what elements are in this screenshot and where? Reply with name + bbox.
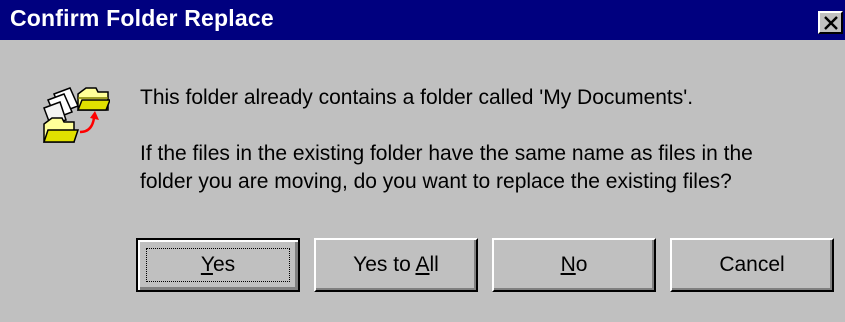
- close-button[interactable]: [818, 11, 843, 34]
- close-icon: [824, 16, 838, 30]
- yes-to-all-label: Yes to All: [353, 253, 439, 276]
- title-bar[interactable]: Confirm Folder Replace: [0, 0, 845, 40]
- cancel-label: Cancel: [719, 253, 785, 276]
- confirm-folder-replace-dialog: Confirm Folder Replace This folder alrea…: [0, 0, 845, 322]
- folder-replace-icon: [42, 87, 110, 143]
- arrow-icon: [79, 111, 99, 134]
- yes-label: Yes: [200, 253, 236, 276]
- folder-icon: [76, 87, 110, 111]
- window-title: Confirm Folder Replace: [10, 5, 274, 31]
- cancel-button[interactable]: Cancel: [670, 238, 834, 292]
- folder-icon: [42, 117, 80, 143]
- yes-button[interactable]: Yes: [136, 238, 300, 292]
- yes-to-all-button[interactable]: Yes to All: [314, 238, 478, 292]
- message-line-2: If the files in the existing folder have…: [140, 142, 753, 193]
- no-button[interactable]: No: [492, 238, 656, 292]
- message-line-1: This folder already contains a folder ca…: [140, 86, 694, 109]
- no-label: No: [560, 253, 588, 276]
